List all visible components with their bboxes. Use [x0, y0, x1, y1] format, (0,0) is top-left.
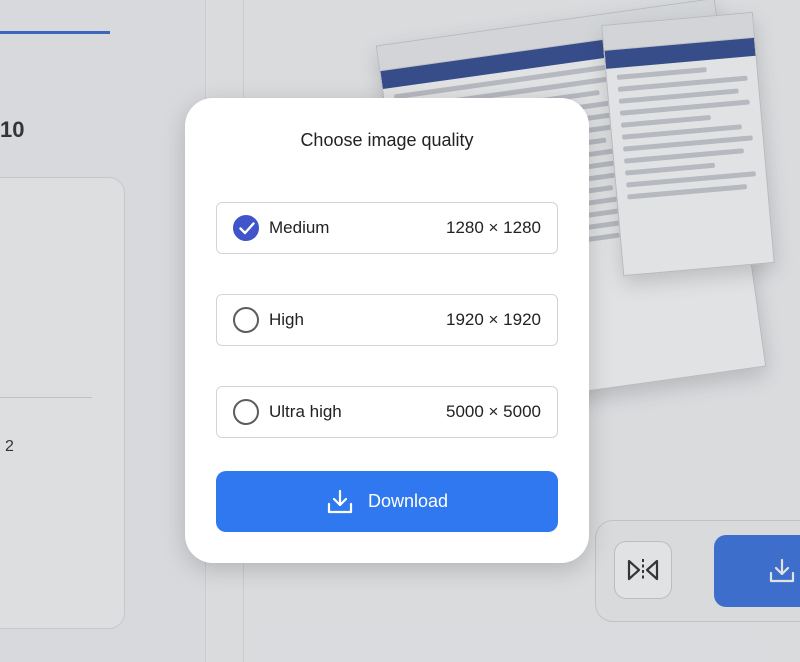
quality-option-ultra-high[interactable]: Ultra high 5000 × 5000 [216, 386, 558, 438]
option-resolution: 1920 × 1920 [445, 310, 541, 329]
option-label: Ultra high [269, 402, 342, 421]
check-icon [239, 222, 255, 235]
download-button[interactable]: Download [216, 471, 558, 532]
quality-option-medium[interactable]: Medium 1280 × 1280 [216, 202, 558, 254]
option-resolution: 5000 × 5000 [445, 402, 541, 421]
radio-checked-icon[interactable] [233, 215, 259, 241]
option-label: Medium [269, 218, 330, 237]
dialog-title: Choose image quality [300, 130, 474, 150]
image-quality-dialog: Choose image quality Medium 1280 × 1280 … [185, 98, 589, 563]
quality-option-high[interactable]: High 1920 × 1920 [216, 294, 558, 346]
option-label: High [269, 310, 304, 329]
download-label: Download [367, 491, 449, 511]
download-icon [326, 489, 354, 515]
option-resolution: 1280 × 1280 [445, 218, 541, 237]
radio-unchecked-icon[interactable] [233, 399, 259, 425]
radio-unchecked-icon[interactable] [233, 307, 259, 333]
